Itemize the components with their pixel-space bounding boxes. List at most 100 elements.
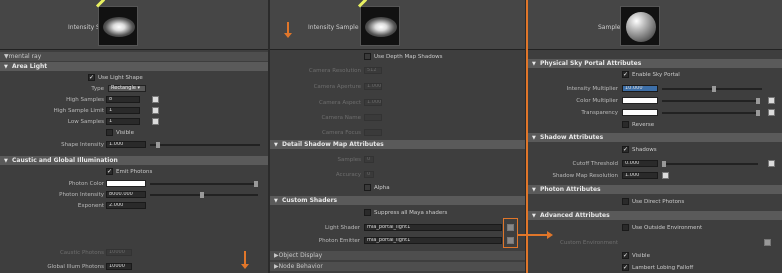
intensity-multiplier-slider[interactable] xyxy=(662,86,762,92)
slider-knob[interactable] xyxy=(156,142,160,148)
attribute-panel-right: Sample ▼ Physical Sky Portal Attributes ✓… xyxy=(528,0,782,273)
section-sky-portal[interactable]: ▼ Physical Sky Portal Attributes xyxy=(528,59,782,68)
slider-knob[interactable] xyxy=(200,192,204,198)
map-button-icon[interactable] xyxy=(152,96,159,103)
collapse-triangle-icon: ▼ xyxy=(274,197,278,204)
section-photon-attributes[interactable]: ▼ Photon Attributes xyxy=(528,185,782,194)
low-samples-field[interactable]: 1 xyxy=(106,118,140,125)
photon-color-slider[interactable] xyxy=(150,181,258,187)
intensity-sample-swatch[interactable] xyxy=(357,0,400,46)
cutoff-threshold-field[interactable]: 0.000 xyxy=(622,160,658,167)
panel-divider-highlight xyxy=(526,0,528,273)
use-outside-environment-label: Use Outside Environment xyxy=(632,225,703,231)
attribute-panel-left: Intensity Sample ▼ mental ray ▼ Area Light… xyxy=(0,0,268,273)
enable-sky-portal-checkbox[interactable]: ✓ xyxy=(622,71,629,78)
camera-aspect-field: 1.000 xyxy=(364,99,382,106)
color-multiplier-slider[interactable] xyxy=(662,98,760,104)
depth-map-label: Use Depth Map Shadows xyxy=(374,54,443,60)
photon-emitter-field[interactable]: mia_portal_light1 xyxy=(364,237,502,244)
photon-color-swatch[interactable] xyxy=(106,180,146,187)
attribute-panel-middle: Intensity Sample Use Depth Map Shadows C… xyxy=(270,0,525,273)
camera-resolution-field: 512 xyxy=(364,67,382,74)
use-light-shape-label: Use Light Shape xyxy=(98,75,143,81)
intensity-sample-swatch[interactable] xyxy=(95,0,138,46)
photon-intensity-slider[interactable] xyxy=(150,192,258,198)
section-caustic-gi[interactable]: ▼ Caustic and Global Illumination xyxy=(0,156,268,165)
accuracy-field: 0 xyxy=(364,171,374,178)
photon-intensity-field[interactable]: 8000.000 xyxy=(106,191,146,198)
collapse-triangle-icon: ▼ xyxy=(532,212,536,219)
high-sample-limit-field[interactable]: 1 xyxy=(106,107,140,114)
reverse-label: Reverse xyxy=(632,122,655,128)
section-object-display[interactable]: ▶ Object Display xyxy=(270,251,525,260)
photon-emitter-label: Photon Emitter xyxy=(318,238,360,244)
custom-environment-label: Custom Environment xyxy=(560,240,618,246)
section-mental-ray[interactable]: ▼ mental ray xyxy=(0,52,268,61)
shadows-checkbox[interactable]: ✓ xyxy=(622,146,629,153)
pencil-icon[interactable] xyxy=(357,0,368,8)
map-button-icon[interactable] xyxy=(662,172,669,179)
shadow-map-resolution-label: Shadow Map Resolution xyxy=(552,173,618,179)
arrow-right-icon xyxy=(518,231,553,239)
sample-swatch[interactable] xyxy=(620,6,660,46)
visible-checkbox[interactable] xyxy=(106,129,113,136)
camera-name-field xyxy=(364,114,382,121)
collapse-triangle-icon: ▼ xyxy=(4,157,8,164)
section-advanced-attributes[interactable]: ▼ Advanced Attributes xyxy=(528,211,782,220)
pencil-icon[interactable] xyxy=(95,0,106,8)
emit-photons-checkbox[interactable]: ✓ xyxy=(106,168,113,175)
slider-knob[interactable] xyxy=(756,110,760,116)
map-button-icon[interactable] xyxy=(764,239,771,246)
visible-checkbox[interactable]: ✓ xyxy=(622,252,629,259)
lambert-lobing-checkbox[interactable]: ✓ xyxy=(622,264,629,271)
collapse-triangle-icon: ▼ xyxy=(274,141,278,148)
caustic-photons-field: 10000 xyxy=(106,249,132,256)
depth-map-checkbox xyxy=(364,53,371,60)
high-samples-field[interactable]: 8 xyxy=(106,96,140,103)
light-glow-preview xyxy=(103,17,135,37)
map-button-icon[interactable] xyxy=(768,160,775,167)
map-button-icon[interactable] xyxy=(152,118,159,125)
color-multiplier-swatch[interactable] xyxy=(622,97,658,104)
reverse-checkbox[interactable] xyxy=(622,121,629,128)
exponent-field[interactable]: 2.000 xyxy=(106,202,146,209)
transparency-swatch[interactable] xyxy=(622,109,658,116)
slider-knob[interactable] xyxy=(662,161,666,167)
map-button-icon[interactable] xyxy=(152,107,159,114)
section-detail-shadow[interactable]: ▼ Detail Shadow Map Attributes xyxy=(270,140,525,149)
transparency-slider[interactable] xyxy=(662,110,760,116)
section-node-behavior[interactable]: ▶ Node Behavior xyxy=(270,262,525,271)
global-illum-photons-field[interactable]: 10000 xyxy=(106,263,132,270)
caustic-photons-label: Caustic Photons xyxy=(59,250,104,256)
sample-label: Sample xyxy=(598,24,621,31)
use-direct-photons-checkbox[interactable] xyxy=(622,198,629,205)
cutoff-threshold-slider[interactable] xyxy=(662,161,758,167)
intensity-multiplier-field[interactable]: 10.000 xyxy=(622,85,658,92)
exponent-label: Exponent xyxy=(77,203,104,209)
shadows-label: Shadows xyxy=(632,147,657,153)
shape-intensity-field[interactable]: 1.000 xyxy=(106,141,146,148)
suppress-shaders-label: Suppress all Maya shaders xyxy=(374,210,448,216)
map-button-icon[interactable] xyxy=(768,109,775,116)
section-area-light[interactable]: ▼ Area Light xyxy=(0,62,268,71)
use-light-shape-checkbox[interactable]: ✓ xyxy=(88,74,95,81)
photon-intensity-label: Photon Intensity xyxy=(59,192,104,198)
section-shadow-attributes[interactable]: ▼ Shadow Attributes xyxy=(528,133,782,142)
lambert-lobing-label: Lambert Lobing Falloff xyxy=(632,265,694,271)
swatch-header: Intensity Sample xyxy=(0,0,268,50)
type-dropdown[interactable]: Rectangle ▾ xyxy=(108,85,146,92)
light-shader-field[interactable]: mia_portal_light1 xyxy=(364,224,502,231)
section-custom-shaders[interactable]: ▼ Custom Shaders xyxy=(270,196,525,205)
suppress-shaders-checkbox[interactable] xyxy=(364,209,371,216)
slider-knob[interactable] xyxy=(756,98,760,104)
visible-label: Visible xyxy=(116,130,134,136)
use-outside-environment-checkbox[interactable] xyxy=(622,224,629,231)
map-button-icon[interactable] xyxy=(768,97,775,104)
slider-knob[interactable] xyxy=(254,181,258,187)
slider-knob[interactable] xyxy=(712,86,716,92)
camera-focus-field xyxy=(364,129,382,136)
high-sample-limit-label: High Sample Limit xyxy=(53,108,104,114)
shape-intensity-slider[interactable] xyxy=(150,142,260,148)
shadow-map-resolution-field[interactable]: 1.000 xyxy=(622,172,658,179)
visible-label: Visible xyxy=(632,253,650,259)
